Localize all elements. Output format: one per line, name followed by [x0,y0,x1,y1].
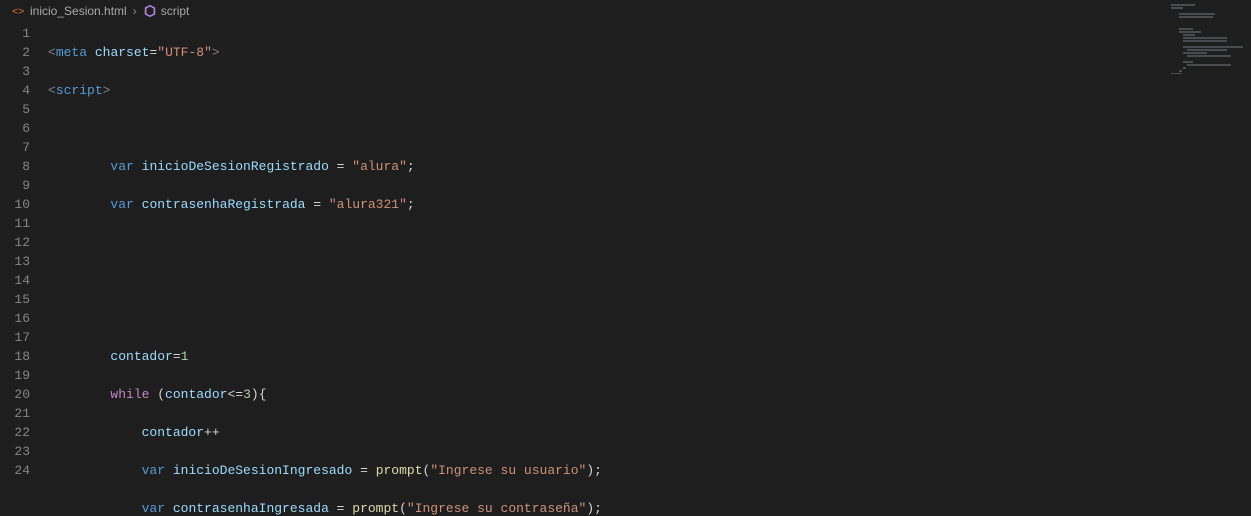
breadcrumb[interactable]: <> inicio_Sesion.html › script [0,0,1251,22]
minimap[interactable] [1169,4,1249,74]
line-number-gutter: 123 456 789 101112 131415 161718 192021 … [0,22,48,516]
html-file-icon: <> [12,4,26,18]
breadcrumb-file[interactable]: inicio_Sesion.html [30,4,127,18]
chevron-right-icon: › [131,4,139,18]
code-editor[interactable]: 123 456 789 101112 131415 161718 192021 … [0,22,1251,516]
code-area[interactable]: <meta charset="UTF-8"> <script> var inic… [48,22,1251,516]
symbol-icon [143,4,157,18]
svg-text:<>: <> [12,6,24,18]
breadcrumb-symbol[interactable]: script [161,4,190,18]
